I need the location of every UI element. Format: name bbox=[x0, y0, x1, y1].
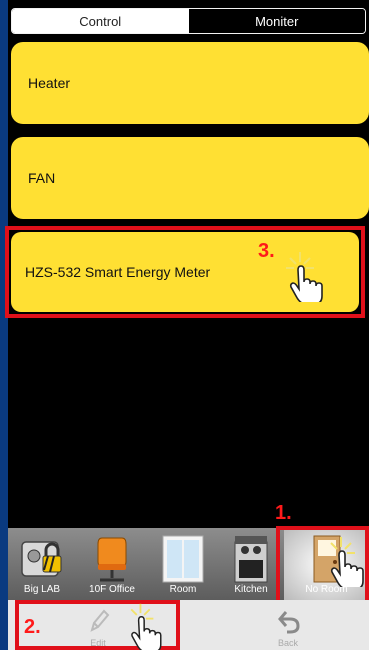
device-label: Heater bbox=[28, 75, 71, 91]
device-card-fan[interactable]: FAN bbox=[11, 137, 369, 219]
step-3-label: 3. bbox=[258, 240, 275, 262]
step-2-label: 2. bbox=[24, 616, 41, 638]
back-arrow-icon bbox=[278, 611, 300, 634]
room-label: Room bbox=[169, 584, 197, 595]
stove-icon bbox=[234, 536, 268, 583]
room-big-lab[interactable]: Big LAB bbox=[8, 528, 76, 600]
tap-hand-icon bbox=[130, 603, 162, 650]
tap-hand-icon bbox=[330, 537, 364, 587]
tap-hand-icon bbox=[286, 252, 323, 302]
view-segmented-control: Control Moniter bbox=[11, 8, 366, 34]
device-card-heater[interactable]: Heater bbox=[11, 42, 369, 124]
device-label: FAN bbox=[28, 170, 56, 186]
step-1-label: 1. bbox=[275, 502, 292, 524]
office-chair-icon bbox=[97, 537, 127, 582]
room-room[interactable]: Room bbox=[148, 528, 218, 600]
room-label: 10F Office bbox=[89, 584, 135, 595]
window-icon bbox=[162, 535, 204, 583]
room-10f-office[interactable]: 10F Office bbox=[76, 528, 148, 600]
device-label: HZS-532 Smart Energy Meter bbox=[25, 264, 211, 280]
safe-lock-icon bbox=[21, 541, 62, 577]
tab-moniter[interactable]: Moniter bbox=[188, 9, 365, 33]
back-label: Back bbox=[277, 638, 298, 648]
tab-control[interactable]: Control bbox=[12, 9, 189, 33]
room-label: Big LAB bbox=[23, 584, 61, 595]
back-button[interactable]: Back bbox=[268, 600, 308, 650]
room-label: Kitchen bbox=[234, 584, 268, 595]
room-kitchen[interactable]: Kitchen bbox=[218, 528, 284, 600]
